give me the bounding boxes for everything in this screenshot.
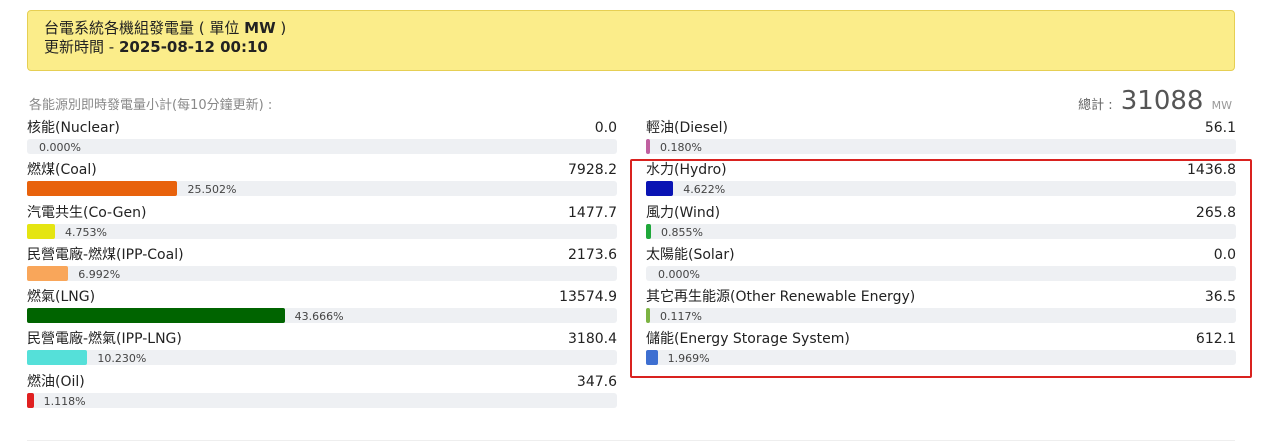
divider: [27, 440, 1235, 441]
energy-row: 風力(Wind) 265.8 0.855%: [646, 204, 1236, 246]
update-time: 更新時間 - 2025-08-12 00:10: [44, 38, 268, 56]
energy-label: 燃煤(Coal): [27, 162, 97, 179]
share-percent: 1.118%: [43, 394, 86, 408]
energy-value: 0.0: [1213, 246, 1236, 263]
energy-row: 核能(Nuclear) 0.0 0.000%: [27, 119, 617, 161]
energy-value: 1477.7: [568, 204, 617, 221]
share-percent: 43.666%: [294, 310, 344, 324]
share-bar-track: 0.855%: [646, 223, 1236, 239]
share-bar-track: 1.118%: [27, 392, 617, 408]
share-percent: 1.969%: [667, 352, 710, 366]
energy-value: 0.0: [594, 120, 617, 136]
energy-row: 燃氣(LNG) 13574.9 43.666%: [27, 288, 617, 330]
share-percent: 0.117%: [660, 310, 702, 324]
energy-row: 太陽能(Solar) 0.0 0.000%: [646, 246, 1236, 288]
share-bar-fill: [646, 308, 650, 324]
share-bar-track: 4.753%: [27, 223, 617, 239]
energy-row: 水力(Hydro) 1436.8 4.622%: [646, 161, 1236, 203]
total-output: 總計 : 31088 MW: [1078, 86, 1232, 116]
energy-label: 輕油(Diesel): [646, 120, 729, 136]
total-unit: MW: [1211, 99, 1232, 112]
energy-label: 燃氣(LNG): [27, 289, 96, 306]
energy-value: 36.5: [1204, 289, 1236, 306]
energy-label: 民營電廠-燃氣(IPP-LNG): [27, 331, 182, 348]
energy-value: 7928.2: [568, 162, 617, 179]
energy-value: 612.1: [1195, 331, 1236, 348]
energy-row: 燃煤(Coal) 7928.2 25.502%: [27, 161, 617, 203]
energy-label: 核能(Nuclear): [27, 120, 120, 136]
share-bar-fill: [646, 223, 652, 239]
energy-label: 汽電共生(Co-Gen): [27, 204, 147, 221]
energy-label: 風力(Wind): [646, 204, 721, 221]
share-bar-fill: [27, 223, 56, 239]
share-bar-track: 10.230%: [27, 350, 617, 366]
share-bar-track: 0.117%: [646, 308, 1236, 324]
header-banner: 台電系統各機組發電量 ( 單位 MW ) 更新時間 - 2025-08-12 0…: [27, 10, 1235, 71]
share-percent: 0.000%: [658, 267, 700, 281]
share-bar-track: 4.622%: [646, 181, 1236, 197]
share-bar-track: 0.000%: [27, 139, 617, 154]
share-bar-track: 0.180%: [646, 139, 1236, 154]
share-bar-track: 1.969%: [646, 350, 1236, 366]
share-percent: 6.992%: [78, 267, 121, 281]
energy-label: 儲能(Energy Storage System): [646, 331, 850, 348]
energy-label: 其它再生能源(Other Renewable Energy): [646, 289, 916, 306]
share-bar-fill: [646, 181, 674, 197]
energy-label: 燃油(Oil): [27, 373, 85, 390]
energy-label: 水力(Hydro): [646, 162, 727, 179]
share-percent: 4.753%: [65, 225, 107, 239]
total-value: 31088: [1120, 86, 1204, 116]
share-bar-track: 25.502%: [27, 181, 617, 197]
energy-row: 民營電廠-燃氣(IPP-LNG) 3180.4 10.230%: [27, 330, 617, 372]
subtotal-heading: 各能源別即時發電量小計(每10分鐘更新) :: [29, 98, 273, 113]
energy-row: 其它再生能源(Other Renewable Energy) 36.5 0.117%: [646, 288, 1236, 330]
page-title: 台電系統各機組發電量 ( 單位 MW ): [44, 19, 287, 37]
energy-value: 56.1: [1204, 120, 1236, 136]
energy-value: 265.8: [1195, 204, 1236, 221]
energy-value: 2173.6: [568, 246, 617, 263]
share-bar-track: 6.992%: [27, 265, 617, 281]
energy-row: 儲能(Energy Storage System) 612.1 1.969%: [646, 330, 1236, 372]
share-bar-fill: [27, 181, 178, 197]
energy-value: 3180.4: [568, 331, 617, 348]
share-bar-fill: [27, 308, 285, 324]
share-bar-fill: [27, 392, 34, 408]
energy-list-left: 核能(Nuclear) 0.0 0.000% 燃煤(Coal) 7928.2 25.502…: [27, 119, 617, 415]
share-percent: 0.000%: [39, 141, 81, 154]
energy-row: 民營電廠-燃煤(IPP-Coal) 2173.6 6.992%: [27, 246, 617, 288]
energy-label: 民營電廠-燃煤(IPP-Coal): [27, 246, 184, 263]
energy-row: 燃油(Oil) 347.6 1.118%: [27, 373, 617, 415]
share-bar-track: 43.666%: [27, 308, 617, 324]
share-bar-fill: [27, 350, 88, 366]
share-bar-fill: [646, 350, 658, 366]
share-percent: 4.622%: [683, 183, 726, 197]
share-percent: 0.180%: [660, 141, 702, 154]
share-percent: 10.230%: [97, 352, 147, 366]
share-bar-track: 0.000%: [646, 265, 1236, 281]
energy-label: 太陽能(Solar): [646, 246, 735, 263]
energy-row: 汽電共生(Co-Gen) 1477.7 4.753%: [27, 204, 617, 246]
energy-value: 347.6: [576, 373, 617, 390]
energy-list-right: 輕油(Diesel) 56.1 0.180% 水力(Hydro) 1436.8 4.622…: [646, 119, 1236, 373]
share-bar-fill: [646, 139, 650, 154]
share-bar-fill: [27, 265, 69, 281]
energy-row: 輕油(Diesel) 56.1 0.180%: [646, 119, 1236, 161]
share-percent: 25.502%: [187, 183, 237, 197]
energy-value: 1436.8: [1187, 162, 1236, 179]
energy-value: 13574.9: [559, 289, 617, 306]
total-label: 總計 :: [1078, 98, 1113, 113]
share-percent: 0.855%: [661, 225, 703, 239]
